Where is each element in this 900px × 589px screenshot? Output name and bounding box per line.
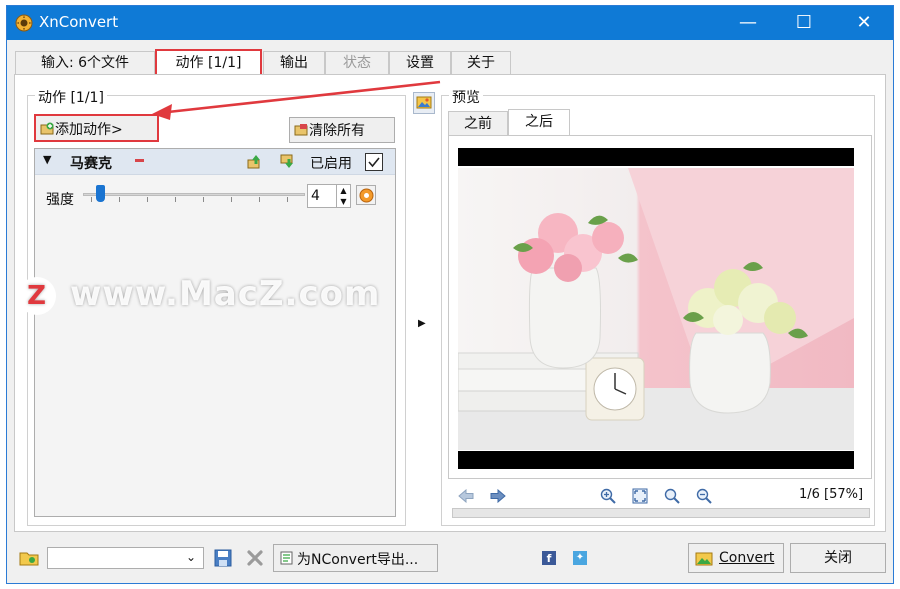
tab-settings[interactable]: 设置 [389, 51, 451, 75]
move-down-icon[interactable] [280, 154, 295, 169]
export-script-icon [280, 551, 293, 565]
reset-icon [359, 188, 374, 203]
tab-input[interactable]: 输入: 6个文件 [15, 51, 155, 75]
maximize-button[interactable]: ☐ [777, 6, 831, 40]
spin-arrows-icon[interactable]: ▲ ▼ [336, 185, 350, 207]
remove-action-icon[interactable] [135, 159, 144, 162]
action-name: 马赛克 [70, 156, 112, 172]
tab-after[interactable]: 之后 [508, 109, 570, 136]
delete-icon[interactable] [245, 548, 265, 568]
window-title: XnConvert [39, 13, 119, 31]
page-zoom-info: 1/6 [57%] [799, 487, 864, 502]
tab-actions[interactable]: 动作 [1/1] [155, 49, 262, 77]
actions-legend: 动作 [1/1] [35, 87, 107, 107]
preview-scrollbar[interactable] [452, 508, 870, 518]
minimize-button[interactable]: — [721, 6, 775, 40]
convert-button[interactable]: Convert [688, 543, 784, 573]
enabled-label: 已启用 [310, 156, 352, 172]
strength-label: 强度 [46, 192, 74, 208]
clear-icon [294, 124, 308, 136]
image-preview-icon [416, 96, 432, 109]
previous-image-icon[interactable] [458, 489, 474, 503]
close-window-button[interactable]: ✕ [837, 6, 891, 40]
open-folder-icon[interactable] [19, 548, 39, 568]
next-image-icon[interactable] [490, 489, 506, 503]
action-item-header[interactable]: ▼ 马赛克 已启用 [35, 149, 395, 175]
watermark-logo: Z [18, 277, 56, 315]
watermark-text: www.MacZ.com [70, 274, 381, 314]
collapse-triangle-icon[interactable]: ▼ [43, 153, 51, 166]
export-nconvert-label: 为NConvert导出... [297, 552, 419, 568]
slider-thumb[interactable] [96, 185, 105, 202]
preset-dropdown[interactable]: ⌄ [47, 547, 204, 569]
enabled-checkbox[interactable] [365, 153, 383, 171]
clear-all-label: 清除所有 [309, 123, 365, 139]
add-action-icon [40, 122, 54, 135]
watermark: Z www.MacZ.com [18, 274, 381, 315]
strength-slider[interactable] [83, 185, 305, 207]
zoom-out-icon[interactable] [696, 488, 712, 504]
checkmark-icon [368, 157, 380, 168]
letterbox-bottom [458, 451, 854, 469]
preview-toggle-button[interactable] [413, 92, 435, 114]
fit-to-window-icon[interactable] [632, 488, 648, 504]
add-action-label: 添加动作> [55, 122, 123, 138]
chevron-down-icon: ⌄ [186, 550, 197, 564]
title-bar[interactable]: XnConvert — ☐ ✕ [7, 6, 893, 40]
action-list: ▼ 马赛克 已启用 强度 4 ▲ ▼ [34, 148, 396, 517]
strength-value: 4 [311, 188, 320, 204]
tab-before[interactable]: 之前 [448, 111, 508, 135]
reset-button[interactable] [356, 185, 376, 205]
preview-image-area [448, 135, 872, 479]
twitter-icon[interactable]: ✦ [573, 551, 587, 565]
tab-about[interactable]: 关于 [451, 51, 511, 75]
splitter-arrow-icon[interactable]: ▶ [418, 318, 426, 329]
export-nconvert-button[interactable]: 为NConvert导出... [273, 544, 438, 572]
convert-icon [695, 552, 713, 566]
facebook-icon[interactable]: f [542, 551, 556, 565]
add-action-button[interactable]: 添加动作> [34, 114, 159, 142]
tab-status: 状态 [325, 51, 389, 75]
convert-label: Convert [719, 550, 775, 566]
preview-legend: 预览 [449, 87, 483, 107]
zoom-icon[interactable] [664, 488, 680, 504]
zoom-in-icon[interactable] [600, 488, 616, 504]
close-button[interactable]: 关闭 [790, 543, 886, 573]
clear-all-button[interactable]: 清除所有 [289, 117, 395, 143]
move-up-icon[interactable] [247, 154, 262, 169]
slider-track [83, 193, 305, 196]
xnconvert-logo-icon [15, 14, 33, 32]
tab-output[interactable]: 输出 [263, 51, 325, 75]
letterbox-top [458, 148, 854, 166]
save-icon[interactable] [213, 548, 233, 568]
strength-spinbox[interactable]: 4 ▲ ▼ [307, 184, 351, 208]
preview-photo [458, 168, 854, 450]
